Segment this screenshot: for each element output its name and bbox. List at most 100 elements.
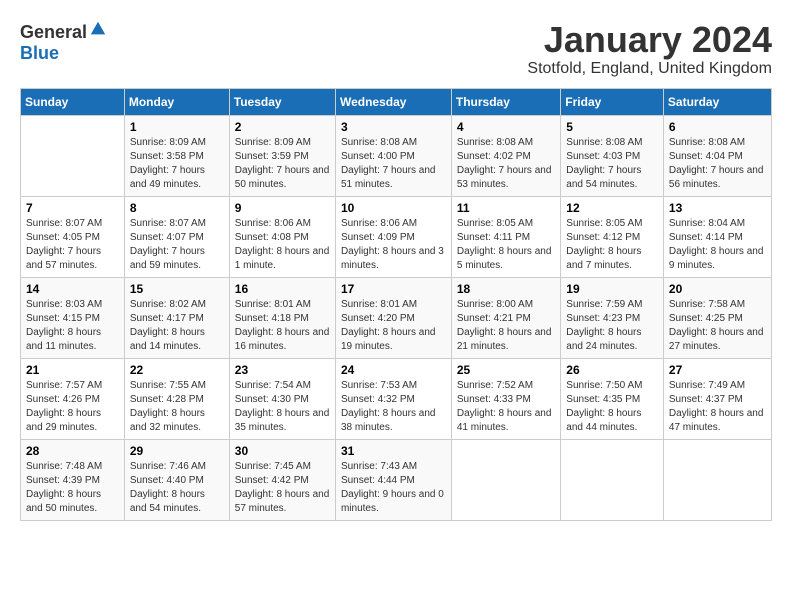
day-number: 14 [26, 282, 119, 296]
cell-info: Sunrise: 7:53 AMSunset: 4:32 PMDaylight:… [341, 379, 446, 435]
page-header: General Blue January 2024 Stotfold, Engl… [20, 20, 772, 78]
week-row-2: 14Sunrise: 8:03 AMSunset: 4:15 PMDayligh… [21, 277, 772, 358]
day-number: 17 [341, 282, 446, 296]
day-number: 13 [669, 201, 766, 215]
calendar-header-row: SundayMondayTuesdayWednesdayThursdayFrid… [21, 88, 772, 115]
calendar-cell [561, 439, 664, 520]
week-row-3: 21 Sunrise: 7:57 AMSunset: 4:26 PMDayligh… [21, 358, 772, 439]
calendar-cell: 2 Sunrise: 8:09 AMSunset: 3:59 PMDaylight… [229, 115, 335, 196]
calendar-cell: 10 Sunrise: 8:06 AMSunset: 4:09 PMDayligh… [335, 196, 451, 277]
calendar-cell: 11 Sunrise: 8:05 AMSunset: 4:11 PMDayligh… [451, 196, 560, 277]
day-number: 23 [235, 363, 330, 377]
day-number: 4 [457, 120, 555, 134]
cell-info: Sunrise: 7:45 AMSunset: 4:42 PMDaylight:… [235, 460, 330, 516]
cell-info: Sunrise: 7:57 AMSunset: 4:26 PMDaylight:… [26, 379, 119, 435]
day-number: 22 [130, 363, 224, 377]
day-number: 6 [669, 120, 766, 134]
day-number: 9 [235, 201, 330, 215]
calendar-cell: 21 Sunrise: 7:57 AMSunset: 4:26 PMDayligh… [21, 358, 125, 439]
logo: General Blue [20, 20, 107, 64]
day-number: 7 [26, 201, 119, 215]
cell-info: Sunrise: 7:58 AMSunset: 4:25 PMDaylight:… [669, 298, 766, 354]
calendar-cell: 24 Sunrise: 7:53 AMSunset: 4:32 PMDayligh… [335, 358, 451, 439]
cell-info: Sunrise: 8:08 AMSunset: 4:00 PMDaylight:… [341, 136, 446, 192]
cell-info: Sunrise: 8:09 AMSunset: 3:59 PMDaylight:… [235, 136, 330, 192]
calendar-cell: 23 Sunrise: 7:54 AMSunset: 4:30 PMDayligh… [229, 358, 335, 439]
day-number: 25 [457, 363, 555, 377]
calendar-cell: 13 Sunrise: 8:04 AMSunset: 4:14 PMDayligh… [663, 196, 771, 277]
cell-info: Sunrise: 8:07 AMSunset: 4:07 PMDaylight:… [130, 217, 224, 273]
cell-info: Sunrise: 8:01 AMSunset: 4:18 PMDaylight:… [235, 298, 330, 354]
day-number: 20 [669, 282, 766, 296]
header-friday: Friday [561, 88, 664, 115]
week-row-0: 1Sunrise: 8:09 AMSunset: 3:58 PMDaylight… [21, 115, 772, 196]
calendar-cell: 5 Sunrise: 8:08 AMSunset: 4:03 PMDaylight… [561, 115, 664, 196]
calendar-cell: 8Sunrise: 8:07 AMSunset: 4:07 PMDaylight… [124, 196, 229, 277]
day-number: 29 [130, 444, 224, 458]
day-number: 16 [235, 282, 330, 296]
logo-general: General [20, 22, 87, 42]
day-number: 11 [457, 201, 555, 215]
cell-info: Sunrise: 7:52 AMSunset: 4:33 PMDaylight:… [457, 379, 555, 435]
calendar-body: 1Sunrise: 8:09 AMSunset: 3:58 PMDaylight… [21, 115, 772, 520]
calendar-cell: 9 Sunrise: 8:06 AMSunset: 4:08 PMDaylight… [229, 196, 335, 277]
calendar-cell [21, 115, 125, 196]
cell-info: Sunrise: 7:55 AMSunset: 4:28 PMDaylight:… [130, 379, 224, 435]
calendar-cell: 28Sunrise: 7:48 AMSunset: 4:39 PMDayligh… [21, 439, 125, 520]
cell-info: Sunrise: 7:54 AMSunset: 4:30 PMDaylight:… [235, 379, 330, 435]
location-title: Stotfold, England, United Kingdom [527, 60, 772, 78]
cell-info: Sunrise: 7:49 AMSunset: 4:37 PMDaylight:… [669, 379, 766, 435]
calendar-cell: 29Sunrise: 7:46 AMSunset: 4:40 PMDayligh… [124, 439, 229, 520]
calendar-cell: 3Sunrise: 8:08 AMSunset: 4:00 PMDaylight… [335, 115, 451, 196]
cell-info: Sunrise: 8:05 AMSunset: 4:12 PMDaylight:… [566, 217, 658, 273]
calendar-cell: 26 Sunrise: 7:50 AMSunset: 4:35 PMDayligh… [561, 358, 664, 439]
calendar-cell: 4 Sunrise: 8:08 AMSunset: 4:02 PMDaylight… [451, 115, 560, 196]
calendar-cell: 17Sunrise: 8:01 AMSunset: 4:20 PMDayligh… [335, 277, 451, 358]
header-saturday: Saturday [663, 88, 771, 115]
cell-info: Sunrise: 8:02 AMSunset: 4:17 PMDaylight:… [130, 298, 224, 354]
cell-info: Sunrise: 8:06 AMSunset: 4:08 PMDaylight:… [235, 217, 330, 273]
title-section: January 2024 Stotfold, England, United K… [527, 20, 772, 78]
calendar-cell: 19 Sunrise: 7:59 AMSunset: 4:23 PMDayligh… [561, 277, 664, 358]
calendar-cell: 25 Sunrise: 7:52 AMSunset: 4:33 PMDayligh… [451, 358, 560, 439]
day-number: 31 [341, 444, 446, 458]
cell-info: Sunrise: 8:05 AMSunset: 4:11 PMDaylight:… [457, 217, 555, 273]
cell-info: Sunrise: 7:50 AMSunset: 4:35 PMDaylight:… [566, 379, 658, 435]
header-sunday: Sunday [21, 88, 125, 115]
cell-info: Sunrise: 8:08 AMSunset: 4:02 PMDaylight:… [457, 136, 555, 192]
day-number: 26 [566, 363, 658, 377]
calendar-cell: 16 Sunrise: 8:01 AMSunset: 4:18 PMDayligh… [229, 277, 335, 358]
day-number: 30 [235, 444, 330, 458]
calendar-table: SundayMondayTuesdayWednesdayThursdayFrid… [20, 88, 772, 521]
calendar-cell: 27Sunrise: 7:49 AMSunset: 4:37 PMDayligh… [663, 358, 771, 439]
day-number: 18 [457, 282, 555, 296]
calendar-cell: 12 Sunrise: 8:05 AMSunset: 4:12 PMDayligh… [561, 196, 664, 277]
month-title: January 2024 [527, 20, 772, 60]
day-number: 12 [566, 201, 658, 215]
week-row-1: 7 Sunrise: 8:07 AMSunset: 4:05 PMDaylight… [21, 196, 772, 277]
calendar-cell: 22 Sunrise: 7:55 AMSunset: 4:28 PMDayligh… [124, 358, 229, 439]
cell-info: Sunrise: 7:59 AMSunset: 4:23 PMDaylight:… [566, 298, 658, 354]
calendar-cell: 6 Sunrise: 8:08 AMSunset: 4:04 PMDaylight… [663, 115, 771, 196]
day-number: 10 [341, 201, 446, 215]
calendar-cell: 14Sunrise: 8:03 AMSunset: 4:15 PMDayligh… [21, 277, 125, 358]
header-monday: Monday [124, 88, 229, 115]
calendar-cell: 20 Sunrise: 7:58 AMSunset: 4:25 PMDayligh… [663, 277, 771, 358]
cell-info: Sunrise: 8:07 AMSunset: 4:05 PMDaylight:… [26, 217, 119, 273]
cell-info: Sunrise: 8:08 AMSunset: 4:04 PMDaylight:… [669, 136, 766, 192]
calendar-cell [663, 439, 771, 520]
day-number: 21 [26, 363, 119, 377]
cell-info: Sunrise: 8:04 AMSunset: 4:14 PMDaylight:… [669, 217, 766, 273]
calendar-cell: 15Sunrise: 8:02 AMSunset: 4:17 PMDayligh… [124, 277, 229, 358]
day-number: 24 [341, 363, 446, 377]
day-number: 19 [566, 282, 658, 296]
calendar-cell: 31 Sunrise: 7:43 AMSunset: 4:44 PMDayligh… [335, 439, 451, 520]
cell-info: Sunrise: 8:08 AMSunset: 4:03 PMDaylight:… [566, 136, 658, 192]
cell-info: Sunrise: 8:09 AMSunset: 3:58 PMDaylight:… [130, 136, 224, 192]
week-row-4: 28Sunrise: 7:48 AMSunset: 4:39 PMDayligh… [21, 439, 772, 520]
day-number: 5 [566, 120, 658, 134]
cell-info: Sunrise: 7:43 AMSunset: 4:44 PMDaylight:… [341, 460, 446, 516]
day-number: 2 [235, 120, 330, 134]
header-thursday: Thursday [451, 88, 560, 115]
cell-info: Sunrise: 8:06 AMSunset: 4:09 PMDaylight:… [341, 217, 446, 273]
